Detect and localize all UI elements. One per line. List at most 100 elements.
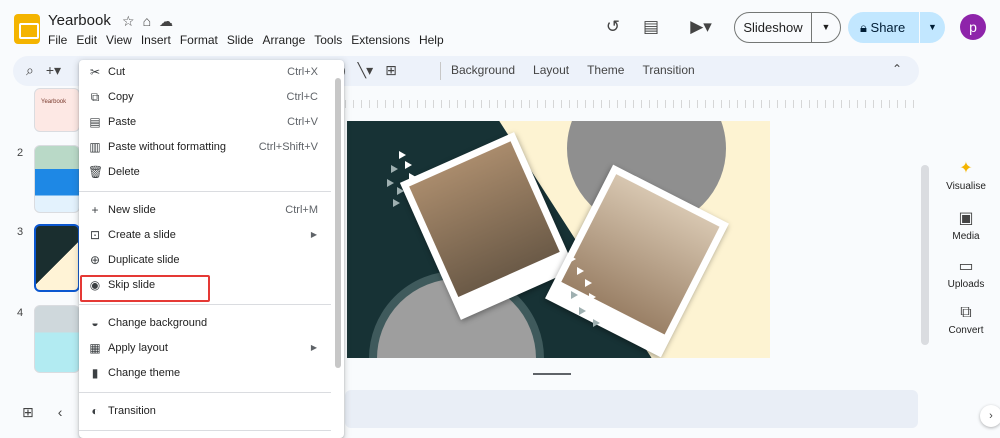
move-folder-icon[interactable]: ⌂ xyxy=(143,13,151,30)
line-icon[interactable]: ╲▾ xyxy=(358,62,373,79)
theme-button[interactable]: Theme xyxy=(587,63,624,77)
slides-editor: Yearbook ☆ ⌂ ☁ File Edit View Insert For… xyxy=(0,0,1000,438)
horizontal-ruler xyxy=(345,100,918,108)
slideshow-button[interactable]: Slideshow ▼ xyxy=(734,12,841,43)
chevron-down-icon[interactable]: ▼ xyxy=(812,13,840,42)
document-title[interactable]: Yearbook xyxy=(48,12,111,29)
menu-view[interactable]: View xyxy=(106,33,132,47)
slide-thumbnail-4[interactable] xyxy=(34,305,80,373)
search-menus-icon[interactable]: ⌕ xyxy=(26,62,34,79)
filmstrip-controls: ⊞ ‹ xyxy=(22,404,62,421)
chevron-down-icon[interactable]: ▼ xyxy=(919,12,945,43)
side-panel-visualise[interactable]: ✦ Visualise xyxy=(940,158,992,192)
trash-icon: 🗑︎ xyxy=(88,165,104,179)
slide-thumbnail-2[interactable] xyxy=(34,145,80,213)
menu-item-create-a-slide[interactable]: ⊡ Create a slide ▶ xyxy=(79,223,331,248)
menu-item-apply-layout[interactable]: ▦ Apply layout ▶ xyxy=(79,336,331,361)
menu-item-copy[interactable]: ⧉ Copy Ctrl+C xyxy=(79,85,331,110)
paint-drop-icon: ◒ xyxy=(91,316,99,330)
context-menu-scrollbar[interactable] xyxy=(335,78,341,368)
cloud-status-icon[interactable]: ☁ xyxy=(159,13,173,30)
menu-file[interactable]: File xyxy=(48,33,67,47)
menu-slide[interactable]: Slide xyxy=(227,33,254,47)
menu-extensions[interactable]: Extensions xyxy=(351,33,410,47)
menu-insert[interactable]: Insert xyxy=(141,33,171,47)
folder-icon: ▭ xyxy=(958,258,974,275)
convert-icon: ⧉ xyxy=(960,304,972,321)
duplicate-icon: ⊕ xyxy=(89,253,101,267)
slide-number: 4 xyxy=(17,307,24,319)
menu-item-paste[interactable]: ▤ Paste Ctrl+V xyxy=(79,110,331,135)
decor-triangle xyxy=(593,319,600,327)
decor-triangle xyxy=(405,161,412,169)
avatar[interactable]: p xyxy=(960,14,986,40)
canvas-scroll-indicator[interactable] xyxy=(533,373,571,375)
slide-thumbnail-3[interactable] xyxy=(34,224,80,292)
background-button[interactable]: Background xyxy=(451,63,515,77)
menu-tools[interactable]: Tools xyxy=(314,33,342,47)
share-button[interactable]: 🔒︎ Share ▼ xyxy=(848,12,945,43)
side-panel-label: Convert xyxy=(948,325,984,336)
skip-slide-highlight-box xyxy=(80,275,210,302)
menu-divider xyxy=(79,304,331,305)
collapse-toolbar-icon[interactable]: ⌃ xyxy=(892,62,902,76)
comment-add-icon[interactable]: ⊞ xyxy=(385,62,397,79)
menu-help[interactable]: Help xyxy=(419,33,444,47)
toolbar-left-group: ⌕ +▾ xyxy=(26,62,61,79)
media-icon: ▣ xyxy=(958,210,974,227)
share-label: Share xyxy=(870,20,906,35)
toolbar-divider xyxy=(440,62,441,80)
menu-item-cut[interactable]: ✂ Cut Ctrl+X xyxy=(79,60,331,85)
side-panel-label: Visualise xyxy=(946,181,986,192)
menu-item-new-slide[interactable]: + New slide Ctrl+M xyxy=(79,198,331,223)
speaker-notes-area[interactable] xyxy=(345,390,918,428)
paint-roller-icon: ▮ xyxy=(91,366,99,380)
slide-canvas[interactable] xyxy=(347,121,770,358)
decor-triangle xyxy=(571,291,578,299)
menu-item-delete[interactable]: 🗑︎ Delete xyxy=(79,160,331,185)
slides-logo-icon[interactable] xyxy=(14,14,40,44)
thumbnail-title: Yearbook xyxy=(41,99,67,105)
side-panel-media[interactable]: ▣ Media xyxy=(940,208,992,242)
transition-button[interactable]: Transition xyxy=(642,63,694,77)
decor-triangle xyxy=(585,279,592,287)
transition-icon: ◐ xyxy=(91,404,99,418)
menu-edit[interactable]: Edit xyxy=(76,33,97,47)
meet-video-icon[interactable]: ▶▾ xyxy=(684,16,718,38)
star-icon[interactable]: ☆ xyxy=(122,13,135,30)
layout-button[interactable]: Layout xyxy=(533,63,569,77)
menu-bar: File Edit View Insert Format Slide Arran… xyxy=(48,33,444,47)
decor-triangle xyxy=(577,267,584,275)
lock-icon: 🔒︎ xyxy=(860,20,871,35)
submenu-arrow-icon: ▶ xyxy=(310,230,317,239)
side-panel-convert[interactable]: ⧉ Convert xyxy=(940,304,992,336)
scissors-icon: ✂ xyxy=(89,65,101,79)
submenu-arrow-icon: ▶ xyxy=(310,343,317,352)
menu-item-change-theme[interactable]: ▮ Change theme xyxy=(79,361,331,386)
paste-plain-icon: ▥ xyxy=(89,140,101,154)
menu-format[interactable]: Format xyxy=(180,33,218,47)
slide-thumbnail-1[interactable]: Yearbook xyxy=(34,88,80,132)
comments-icon[interactable]: ▤ xyxy=(640,16,662,38)
menu-item-transition[interactable]: ◐ Transition xyxy=(79,399,331,424)
menu-divider xyxy=(79,430,331,431)
decor-triangle xyxy=(579,307,586,315)
new-slide-icon[interactable]: +▾ xyxy=(46,62,61,79)
menu-item-change-background[interactable]: ◒ Change background xyxy=(79,311,331,336)
copy-icon: ⧉ xyxy=(90,90,100,104)
side-panel-uploads[interactable]: ▭ Uploads xyxy=(940,256,992,290)
canvas-vertical-scrollbar[interactable] xyxy=(921,165,929,345)
side-panel-label: Uploads xyxy=(947,279,985,290)
menu-arrange[interactable]: Arrange xyxy=(263,33,306,47)
menu-item-paste-without-formatting[interactable]: ▥ Paste without formatting Ctrl+Shift+V xyxy=(79,135,331,160)
context-menu: ✂ Cut Ctrl+X ⧉ Copy Ctrl+C ▤ Paste Ctrl+… xyxy=(79,60,344,438)
expand-side-panel-icon[interactable]: › xyxy=(980,405,1000,427)
slideshow-label[interactable]: Slideshow xyxy=(735,13,812,42)
version-history-icon[interactable]: ↺ xyxy=(602,16,624,38)
collapse-filmstrip-icon[interactable]: ‹ xyxy=(58,404,63,421)
grid-view-icon[interactable]: ⊞ xyxy=(22,404,34,421)
decor-triangle xyxy=(409,173,416,181)
title-actions: ☆ ⌂ ☁ xyxy=(122,13,173,30)
plus-icon: + xyxy=(91,203,99,217)
menu-item-duplicate-slide[interactable]: ⊕ Duplicate slide xyxy=(79,248,331,273)
